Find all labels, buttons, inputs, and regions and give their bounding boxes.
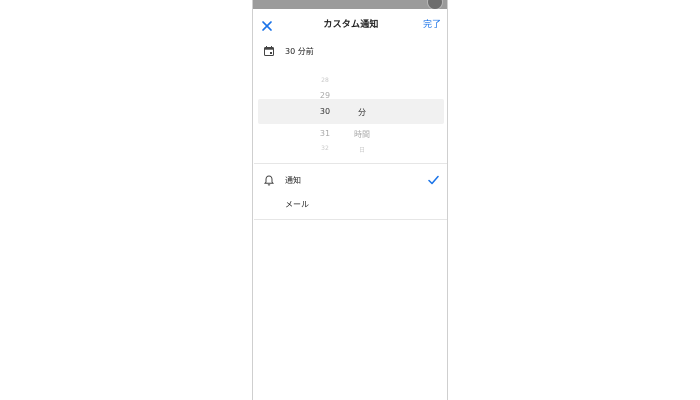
page-title: カスタム通知: [323, 20, 379, 30]
picker-number-selected[interactable]: 30: [310, 107, 340, 116]
time-picker[interactable]: 28 29 30 31 32 分 時間 日: [254, 69, 447, 159]
method-email-row[interactable]: メール: [254, 196, 447, 214]
reminder-summary: 30 分前: [285, 47, 314, 56]
phone-frame: カスタム通知 完了 30 分前 28 29 30 31 32 分 時間 日 通知…: [252, 0, 448, 400]
bell-icon: [264, 175, 274, 186]
background-app-bar: [253, 0, 447, 10]
picker-number[interactable]: 31: [310, 129, 340, 138]
divider: [254, 219, 447, 220]
picker-number[interactable]: 29: [310, 91, 340, 100]
done-button[interactable]: 完了: [423, 17, 441, 30]
picker-unit[interactable]: 日: [347, 145, 377, 154]
picker-number[interactable]: 32: [310, 145, 340, 152]
sheet-header: カスタム通知 完了: [254, 9, 447, 39]
reminder-summary-row: 30 分前: [254, 43, 447, 61]
divider: [254, 163, 447, 164]
custom-notification-sheet: カスタム通知 完了 30 分前 28 29 30 31 32 分 時間 日 通知…: [254, 9, 447, 400]
method-notification-label: 通知: [285, 176, 301, 185]
calendar-icon: [264, 46, 274, 56]
picker-unit[interactable]: 時間: [347, 129, 377, 140]
method-notification-row[interactable]: 通知: [254, 172, 447, 190]
check-icon: [428, 175, 439, 185]
picker-number[interactable]: 28: [310, 77, 340, 84]
method-email-label: メール: [285, 200, 309, 209]
picker-unit-selected[interactable]: 分: [347, 107, 377, 118]
